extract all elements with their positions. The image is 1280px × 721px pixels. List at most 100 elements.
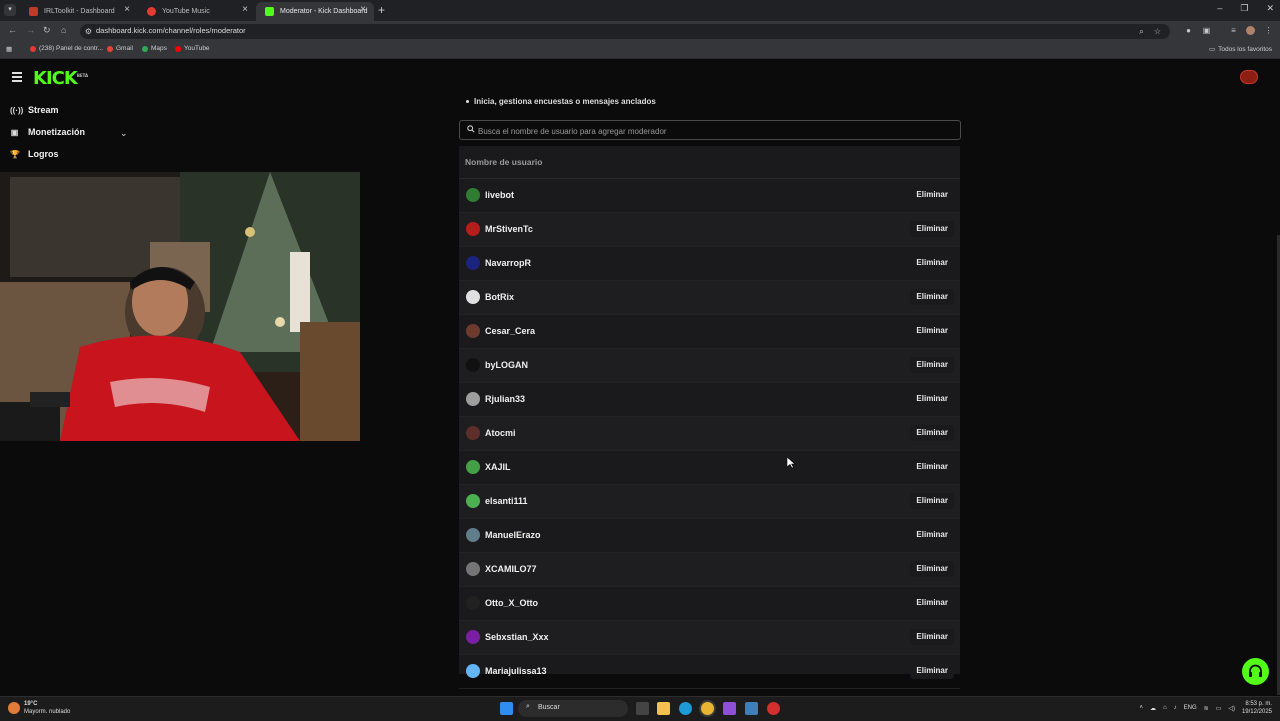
taskbar-search-label: Buscar (538, 704, 560, 711)
minimize-icon[interactable]: – (1217, 3, 1222, 14)
table-row: Sebxstian_Xxx Eliminar (459, 621, 960, 655)
table-row: XAJIL Eliminar (459, 451, 960, 485)
close-tab-icon[interactable]: × (242, 4, 248, 15)
close-tab-icon[interactable]: × (124, 4, 130, 15)
capcut-icon[interactable] (723, 702, 736, 715)
remove-moderator-button[interactable]: Eliminar (910, 459, 954, 475)
weather-icon (8, 702, 20, 714)
remove-moderator-button[interactable]: Eliminar (910, 221, 954, 237)
search-icon: ⌕ (526, 703, 530, 710)
remove-moderator-button[interactable]: Eliminar (910, 561, 954, 577)
table-row: Mariajulissa13 Eliminar (459, 655, 960, 689)
tab-irltoolkit[interactable]: IRLToolkit - Dashboard × (20, 2, 138, 21)
remove-moderator-button[interactable]: Eliminar (910, 323, 954, 339)
display-icon[interactable]: ▭ (1216, 705, 1222, 712)
bookmarks-bar: ▦ (238) Panel de contr... Gmail Maps You… (0, 42, 1280, 59)
weather-desc: Mayorm. nublado (24, 709, 71, 715)
zoom-icon[interactable]: ⌕ (1137, 27, 1146, 36)
user-avatar[interactable] (1240, 70, 1258, 84)
steam-icon[interactable] (745, 702, 758, 715)
taskbar-search[interactable]: ⌕ Buscar (518, 700, 628, 717)
site-info-icon[interactable]: ⚙ (84, 27, 93, 36)
bookmark-label: Gmail (116, 45, 133, 52)
user-avatar-icon (466, 256, 480, 270)
table-row: byLOGAN Eliminar (459, 349, 960, 383)
sidebar-item-logros[interactable]: 🏆 Logros (10, 149, 59, 159)
extension-icon[interactable]: ● (1184, 26, 1193, 35)
address-bar[interactable]: ⚙ dashboard.kick.com/channel/roles/moder… (80, 24, 1170, 39)
remove-moderator-button[interactable]: Eliminar (910, 629, 954, 645)
system-tray: ˄ ☁ ⌂ ♪ ENG ≋ ▭ ◁) 8:53 p. m. 19/12/2025 (1139, 700, 1272, 716)
edge-icon[interactable] (679, 702, 692, 715)
table-row: NavarropR Eliminar (459, 247, 960, 281)
moderator-username: Rjulian33 (485, 394, 526, 404)
maps-icon (142, 45, 148, 52)
extensions-puzzle-icon[interactable]: ▣ (1202, 26, 1211, 35)
bookmark-star-icon[interactable]: ☆ (1153, 27, 1162, 36)
logo-text: KICK (33, 68, 78, 89)
volume-icon[interactable]: ◁) (1228, 705, 1235, 712)
help-chat-button[interactable] (1242, 658, 1269, 685)
task-view-icon[interactable] (636, 702, 649, 715)
remove-moderator-button[interactable]: Eliminar (910, 255, 954, 271)
remove-moderator-button[interactable]: Eliminar (910, 493, 954, 509)
chevron-up-icon[interactable]: ˄ (1139, 705, 1143, 711)
kick-logo[interactable]: KICKBETA (33, 68, 88, 89)
bookmark-gmail[interactable]: Gmail (107, 45, 133, 52)
tab-youtube-music[interactable]: YouTube Music × (138, 2, 256, 21)
close-tab-icon[interactable]: × (360, 4, 366, 15)
youtube-icon (175, 45, 181, 52)
search-input[interactable] (476, 121, 950, 141)
all-bookmarks-folder[interactable]: ▭ Todos los favoritos (1209, 45, 1272, 54)
bookmark-maps[interactable]: Maps (142, 45, 167, 52)
home-icon[interactable]: ⌂ (61, 25, 66, 35)
moderator-username: byLOGAN (485, 360, 529, 370)
remove-moderator-button[interactable]: Eliminar (910, 289, 954, 305)
remove-moderator-button[interactable]: Eliminar (910, 425, 954, 441)
moderator-username: Sebxstian_Xxx (485, 632, 549, 642)
tab-kick-moderator[interactable]: Moderator - Kick Dashboard × (256, 2, 374, 21)
remove-moderator-button[interactable]: Eliminar (910, 187, 954, 203)
user-avatar-icon (466, 630, 480, 644)
chevron-down-icon[interactable]: ⌄ (120, 128, 128, 139)
taskbar-clock[interactable]: 8:53 p. m. 19/12/2025 (1242, 700, 1272, 716)
bookmark-youtube[interactable]: YouTube (175, 45, 210, 52)
remove-moderator-button[interactable]: Eliminar (910, 391, 954, 407)
hamburger-menu-icon[interactable] (12, 72, 22, 84)
weather-widget[interactable]: 19°C Mayorm. nublado (8, 700, 70, 716)
obs-icon[interactable] (767, 702, 780, 715)
profile-avatar-icon[interactable] (1246, 26, 1255, 35)
sidebar-item-stream[interactable]: ((·)) Stream (10, 105, 59, 115)
remove-moderator-button[interactable]: Eliminar (910, 357, 954, 373)
remove-moderator-button[interactable]: Eliminar (910, 595, 954, 611)
remove-moderator-button[interactable]: Eliminar (910, 663, 954, 679)
network-icon[interactable]: ⌂ (1163, 705, 1167, 711)
beta-badge: BETA (76, 73, 89, 78)
cloud-icon[interactable]: ☁ (1150, 705, 1156, 712)
remove-moderator-button[interactable]: Eliminar (910, 527, 954, 543)
chrome-icon[interactable] (701, 702, 714, 715)
new-tab-button[interactable]: + (378, 3, 385, 17)
apps-grid-icon[interactable]: ▦ (6, 45, 12, 53)
microphone-icon[interactable]: ♪ (1174, 705, 1177, 711)
wifi-icon[interactable]: ≋ (1204, 705, 1209, 712)
file-explorer-icon[interactable] (657, 702, 670, 715)
sidebar-item-monetizacion[interactable]: ▣ Monetización (10, 127, 85, 137)
user-avatar-icon (466, 358, 480, 372)
add-moderator-search[interactable] (459, 120, 961, 141)
language-indicator[interactable]: ENG (1184, 705, 1197, 711)
menu-dots-icon[interactable]: ⋮ (1264, 26, 1273, 35)
back-icon[interactable]: ← (8, 25, 17, 35)
start-windows-icon[interactable] (500, 702, 513, 715)
tab-title: Moderator - Kick Dashboard (280, 8, 368, 15)
reload-icon[interactable]: ↻ (43, 25, 51, 36)
user-avatar-icon (466, 528, 480, 542)
forward-icon[interactable]: → (26, 25, 35, 35)
close-window-icon[interactable]: ✕ (1266, 3, 1274, 14)
moderator-username: Atocmi (485, 428, 516, 438)
tab-search-button[interactable]: ▾ (4, 4, 16, 16)
media-control-icon[interactable]: ≡ (1229, 26, 1238, 35)
restore-icon[interactable]: ❐ (1240, 3, 1248, 14)
bookmark-panel[interactable]: (238) Panel de contr... (30, 45, 103, 52)
clock-time: 8:53 p. m. (1245, 701, 1272, 707)
